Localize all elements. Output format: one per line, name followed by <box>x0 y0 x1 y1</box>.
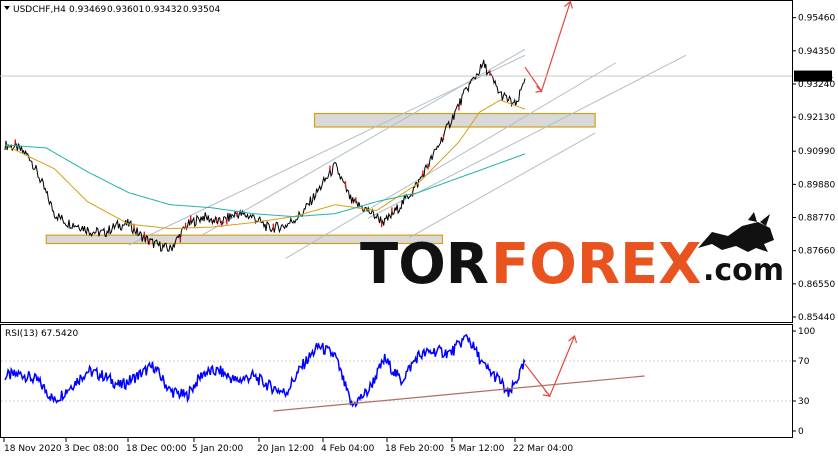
time-tick-label-3: 5 Jan 20:00 <box>192 444 244 454</box>
rsi-label: RSI(13) 67.5420 <box>5 329 78 339</box>
ohlc-open: 0.93469 <box>69 5 106 15</box>
rsi-tick-label-1: 70 <box>798 357 810 367</box>
current-price-label: 0.93504 <box>796 72 833 82</box>
time-tick-label-0: 18 Nov 2020 <box>4 444 62 454</box>
ohlc-high: 0.93601 <box>107 5 144 15</box>
symbol-label: USDCHF,H4 <box>13 5 66 15</box>
price-tick-label-3: 0.92130 <box>798 113 835 123</box>
price-header: USDCHF,H4 0.93469 0.93601 0.93432 0.9350… <box>4 5 220 15</box>
ohlc-low: 0.93432 <box>145 5 182 15</box>
logo-suffix: .com <box>703 253 784 288</box>
time-tick-label-8: 22 Mar 04:00 <box>513 444 573 454</box>
logo-part2: FOREX <box>491 232 701 297</box>
price-tick-label-9: 0.85440 <box>798 313 835 323</box>
ohlc-close: 0.93504 <box>183 5 220 15</box>
price-tick-label-5: 0.89880 <box>798 180 835 190</box>
time-tick-label-6: 18 Feb 20:00 <box>385 444 444 454</box>
rsi-tick-label-2: 30 <box>798 397 810 407</box>
time-tick-label-7: 5 Mar 12:00 <box>450 444 505 454</box>
time-axis: 18 Nov 2020 3 Dec 08:00 18 Dec 00:00 5 Jan … <box>3 438 573 454</box>
price-axis: 0.954600.943500.932400.921300.909900.898… <box>792 14 835 323</box>
rsi-tick-label-0: 100 <box>798 327 815 337</box>
price-tick-label-1: 0.94350 <box>798 47 835 57</box>
time-tick-label-5: 4 Feb 04:00 <box>321 444 375 454</box>
logo-part1: TOR <box>360 232 489 297</box>
price-tick-label-8: 0.86550 <box>798 280 835 290</box>
time-tick-label-1: 3 Dec 08:00 <box>64 444 119 454</box>
level-zone-1 <box>313 112 596 128</box>
price-tick-label-6: 0.88770 <box>798 214 835 224</box>
price-tick-label-7: 0.87660 <box>798 247 835 257</box>
time-tick-label-4: 20 Jan 12:00 <box>257 444 314 454</box>
rsi-tick-label-3: 0 <box>798 427 804 437</box>
time-tick-label-2: 18 Dec 00:00 <box>126 444 187 454</box>
trading-chart: TOR FOREX .com 0.954600.943500.932400.92… <box>0 0 835 454</box>
price-tick-label-0: 0.95460 <box>798 14 835 24</box>
price-tick-label-4: 0.90990 <box>798 147 835 157</box>
